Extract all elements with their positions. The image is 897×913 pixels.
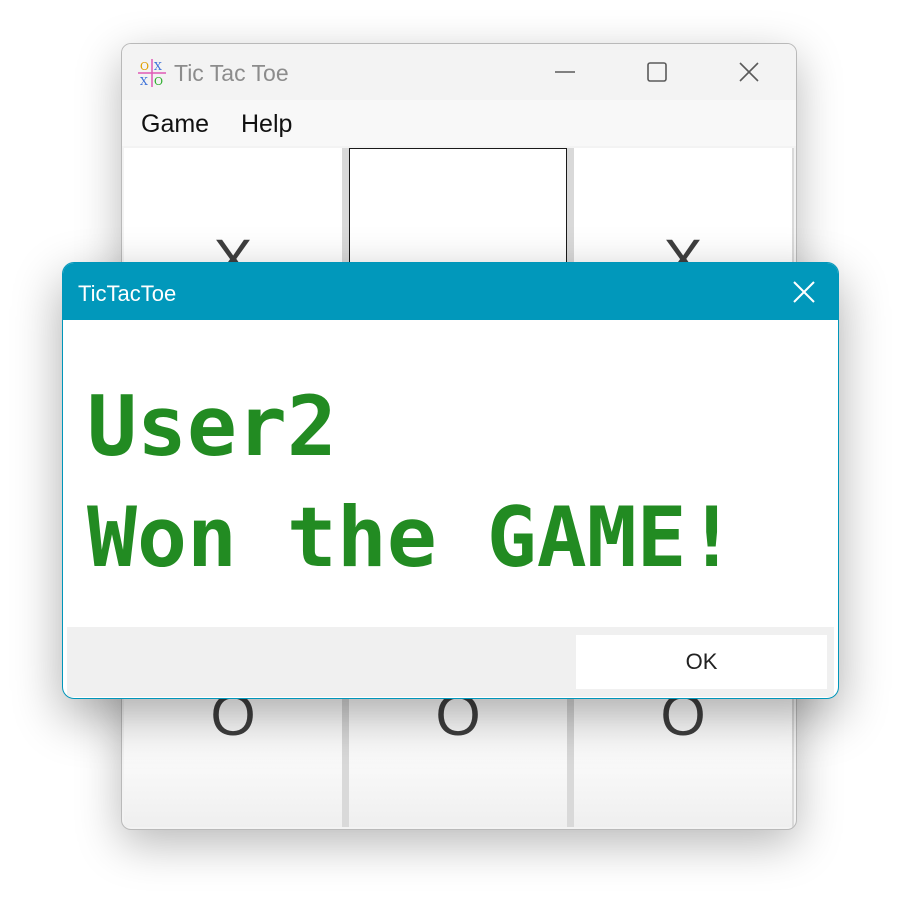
- dialog-title: TicTacToe: [78, 281, 177, 306]
- svg-text:O: O: [154, 75, 163, 88]
- result-dialog: TicTacToe User2 Won the GAME! OK: [62, 262, 839, 699]
- message-line-result: Won the GAME!: [87, 489, 737, 586]
- dialog-footer: OK: [67, 627, 834, 697]
- desktop: O X X O Tic Tac Toe Game Help X X O O O …: [0, 0, 897, 913]
- tic-tac-toe-app-icon: O X X O: [138, 59, 166, 88]
- dialog-titlebar[interactable]: TicTacToe: [63, 263, 838, 320]
- close-icon: [793, 280, 815, 303]
- dialog-message: User2 Won the GAME!: [87, 371, 737, 593]
- menu-bar: Game Help: [122, 100, 796, 146]
- window-close-button[interactable]: [703, 44, 795, 100]
- maximize-icon: [647, 62, 667, 82]
- message-line-winner: User2: [87, 378, 337, 475]
- svg-text:X: X: [140, 75, 148, 88]
- close-icon: [739, 62, 759, 82]
- svg-text:O: O: [140, 60, 149, 73]
- menu-game[interactable]: Game: [141, 110, 209, 139]
- ok-button[interactable]: OK: [576, 635, 827, 689]
- minimize-icon: [555, 71, 575, 73]
- menu-help[interactable]: Help: [241, 110, 292, 139]
- maximize-button[interactable]: [611, 44, 703, 100]
- window-title: Tic Tac Toe: [174, 60, 289, 86]
- dialog-close-button[interactable]: [770, 263, 838, 320]
- window-titlebar[interactable]: O X X O Tic Tac Toe: [122, 44, 796, 100]
- minimize-button[interactable]: [519, 44, 611, 100]
- svg-text:X: X: [154, 60, 162, 73]
